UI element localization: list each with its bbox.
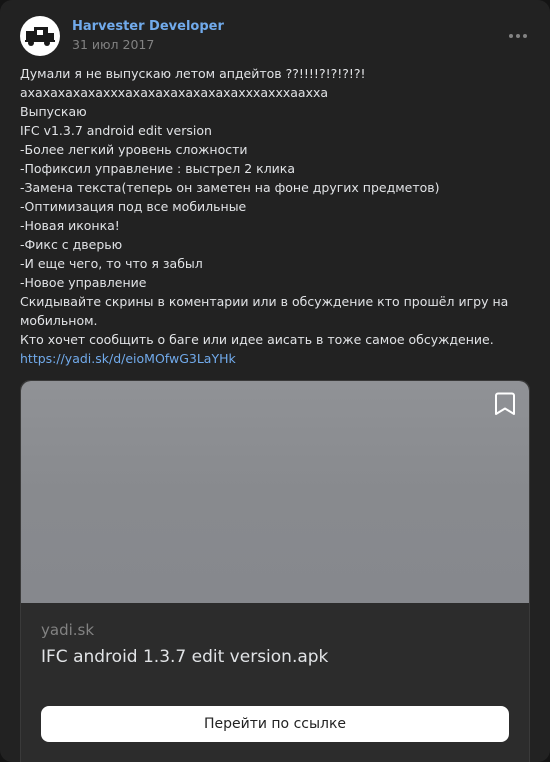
open-link-button[interactable]: Перейти по ссылке [41,706,509,742]
more-horizontal-icon [523,34,527,38]
link-preview-image[interactable] [21,381,529,603]
post-line: -Более легкий уровень сложности [20,142,248,157]
author-avatar[interactable] [20,16,60,56]
post-line: Думали я не выпускаю летом апдейтов ??!!… [20,66,366,81]
post-line: Выпускаю [20,104,87,119]
post-line: Скидывайте скрины в коментарии или в обс… [20,294,509,328]
post-line: -Новое управление [20,275,147,290]
post-line: -Фикс с дверью [20,237,123,252]
post-line: -Новая иконка! [20,218,120,233]
more-options-button[interactable] [504,26,532,46]
post-date[interactable]: 31 июл 2017 [72,37,154,53]
post-line: -Замена текста(теперь он заметен на фоне… [20,180,440,195]
post-line: -Оптимизация под все мобильные [20,199,247,214]
author-name[interactable]: Harvester Developer [72,18,224,36]
bookmark-button[interactable] [493,391,517,417]
more-horizontal-icon [516,34,520,38]
link-title[interactable]: IFC android 1.3.7 edit version.apk [41,646,328,668]
post-line: -Пофиксил управление : выстрел 2 клика [20,161,296,176]
bookmark-icon [495,392,515,415]
post-line: -И еще чего, то что я забыл [20,256,203,271]
harvester-logo [25,27,55,46]
post-line: IFC v1.3.7 android edit version [20,123,212,138]
post-text: Думали я не выпускаю летом апдейтов ??!!… [20,64,530,368]
link-domain: yadi.sk [41,621,95,639]
post-link[interactable]: https://yadi.sk/d/eioMOfwG3LaYHk [20,349,530,368]
link-attachment[interactable]: yadi.sk IFC android 1.3.7 edit version.a… [20,380,530,762]
post-card: Harvester Developer 31 июл 2017 Думали я… [0,0,550,762]
post-line: Кто хочет сообщить о баге или идее аисат… [20,332,494,347]
more-horizontal-icon [509,34,513,38]
post-line: ахахахахахахххахахахахахахахахххахххаахх… [20,85,329,100]
